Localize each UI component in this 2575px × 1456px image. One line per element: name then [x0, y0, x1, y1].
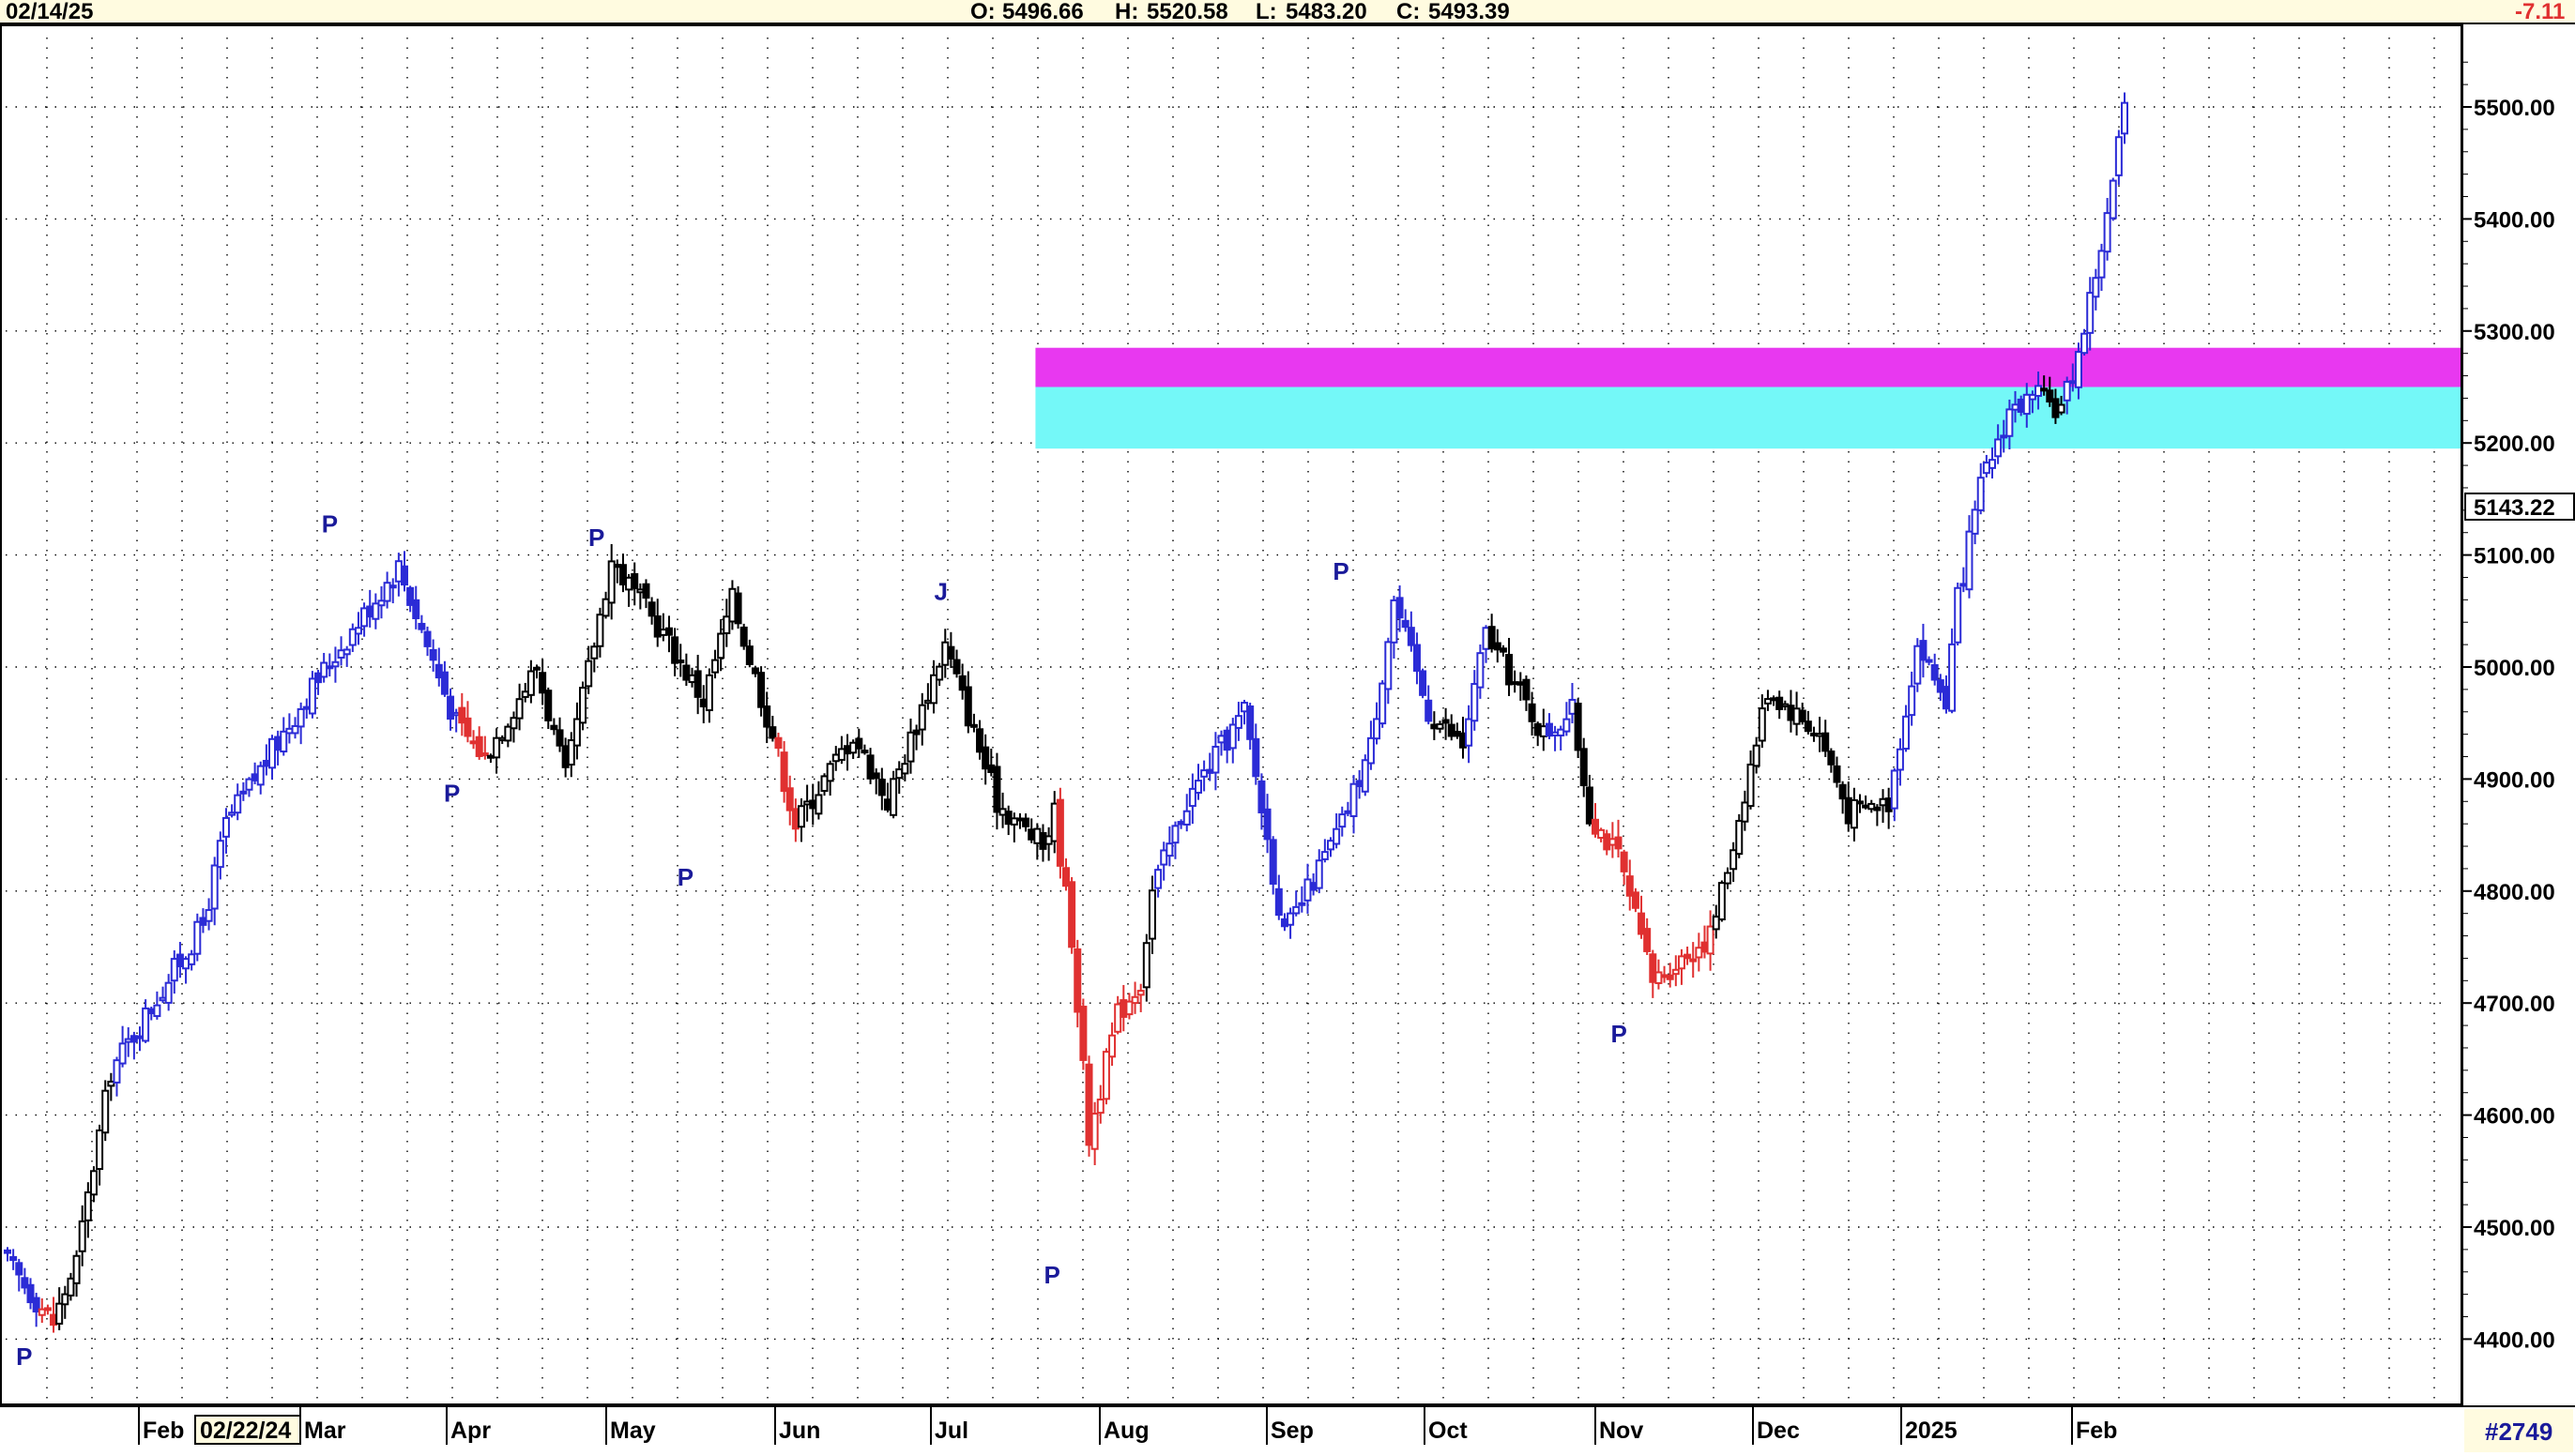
chart-plot-area[interactable] [0, 24, 2462, 1405]
header-date: 02/14/25 [6, 0, 94, 24]
close-value: 5493.39 [1428, 0, 1510, 24]
ohlc-header: 02/14/25 O: 5496.66 H: 5520.58 L: 5483.2… [0, 0, 2575, 24]
high-value: 5520.58 [1147, 0, 1228, 24]
date-axis-bar [0, 1405, 2575, 1456]
price-axis [2462, 24, 2575, 1405]
low-label: L: [1256, 0, 1277, 24]
change-value: -7.11 [2515, 0, 2566, 24]
open-label: O: [970, 0, 996, 24]
close-label: C: [1396, 0, 1421, 24]
low-value: 5483.20 [1286, 0, 1367, 24]
high-label: H: [1115, 0, 1139, 24]
open-value: 5496.66 [1002, 0, 1084, 24]
